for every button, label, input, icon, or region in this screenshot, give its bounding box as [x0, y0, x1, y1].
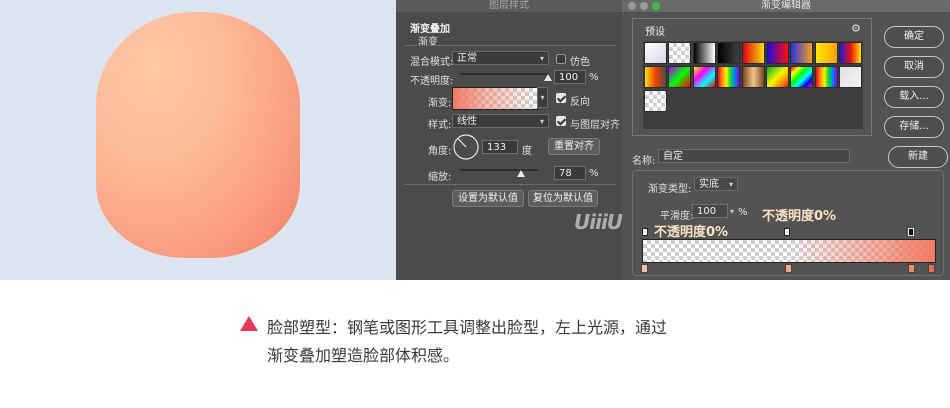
opacity-callout-right: 不透明度0%	[762, 209, 837, 224]
preset-swatch[interactable]	[839, 42, 863, 64]
preset-swatch[interactable]	[741, 42, 765, 64]
chevron-down-icon: ▾	[539, 54, 544, 63]
reverse-label: 反向	[570, 97, 590, 108]
dither-label: 仿色	[570, 57, 590, 68]
angle-input[interactable]: 133	[482, 140, 518, 154]
name-label: 名称:	[632, 156, 656, 167]
align-label: 与图层对齐	[570, 120, 620, 131]
preset-swatch[interactable]	[790, 42, 814, 64]
preset-swatch[interactable]	[814, 66, 838, 88]
scale-label: 缩放:	[428, 172, 452, 183]
style-select[interactable]: 线性 ▾	[452, 114, 549, 128]
blend-mode-value: 正常	[457, 53, 477, 64]
gradient-editor-titlebar: 渐变编辑器	[622, 0, 950, 12]
name-input[interactable]: 自定	[658, 149, 850, 163]
reverse-checkbox[interactable]	[556, 93, 566, 103]
chevron-down-icon: ▾	[728, 180, 733, 189]
dither-checkbox[interactable]	[556, 54, 566, 64]
caption-line-2: 渐变叠加塑造脸部体积感。	[267, 346, 460, 365]
scale-input[interactable]: 78	[554, 166, 586, 180]
opacity-label: 不透明度:	[410, 76, 454, 87]
gradient-type-label: 渐变类型:	[648, 184, 692, 195]
gradient-editor-title: 渐变编辑器	[761, 0, 811, 11]
blend-mode-label: 混合模式:	[410, 57, 454, 68]
opacity-slider[interactable]	[460, 70, 552, 84]
cancel-button[interactable]: 取消	[884, 56, 944, 78]
smoothness-unit: %	[738, 207, 748, 218]
preset-swatch[interactable]	[644, 90, 667, 112]
group-divider	[404, 45, 616, 46]
gradient-preview[interactable]	[452, 87, 538, 110]
angle-unit: 度	[522, 146, 532, 157]
align-checkbox[interactable]	[556, 116, 566, 126]
layer-style-title: 图层样式	[396, 0, 622, 12]
opacity-stop-left[interactable]	[642, 228, 648, 236]
angle-label: 角度:	[428, 146, 452, 157]
chevron-down-icon[interactable]: ▾	[730, 207, 734, 216]
preset-swatch[interactable]	[839, 66, 863, 88]
color-stop-right-2[interactable]	[928, 264, 935, 273]
group-bottom-divider	[404, 184, 616, 185]
gradient-editor-dialog: 渐变编辑器 预设 ⚙ 确定 取消 载入... 存储... 新建 名称: 自定 渐…	[622, 0, 950, 280]
caption-line-1: 脸部塑型：钢笔或图形工具调整出脸型，左上光源，通过	[267, 318, 668, 337]
style-value: 线性	[457, 116, 477, 127]
preset-swatch[interactable]	[668, 42, 692, 64]
angle-dial[interactable]	[452, 133, 480, 161]
preset-swatch[interactable]	[644, 66, 667, 88]
preset-swatch[interactable]	[790, 66, 814, 88]
gradient-type-select[interactable]: 实底 ▾	[694, 177, 738, 191]
reset-align-button[interactable]: 重置对齐	[548, 138, 600, 155]
chevron-down-icon: ▾	[539, 117, 544, 126]
preset-swatch[interactable]	[766, 42, 789, 64]
angle-needle	[457, 137, 467, 148]
gradient-dropdown-arrow[interactable]: ▾	[537, 87, 548, 108]
canvas-area	[0, 0, 396, 280]
color-stop-right-1[interactable]	[908, 264, 915, 273]
reset-default-button[interactable]: 复位为默认值	[528, 190, 598, 207]
make-default-button[interactable]: 设置为默认值	[452, 190, 524, 207]
opacity-stop-middle[interactable]	[784, 228, 790, 236]
gradient-preview-fill	[453, 88, 537, 109]
layer-style-dialog: 图层样式 渐变叠加 渐变 混合模式: 正常 ▾ 仿色 不透明度: 100 % 渐…	[396, 0, 622, 280]
preset-swatch[interactable]	[717, 42, 741, 64]
scale-slider-thumb[interactable]	[516, 170, 525, 177]
smoothness-input[interactable]: 100	[692, 204, 728, 218]
preset-swatch[interactable]	[717, 66, 741, 88]
scale-unit: %	[589, 168, 599, 179]
style-label: 样式:	[428, 120, 452, 131]
gradient-type-value: 实底	[699, 179, 719, 190]
preset-swatch[interactable]	[692, 42, 716, 64]
caption-marker-icon	[240, 316, 258, 331]
preset-swatch[interactable]	[766, 66, 789, 88]
presets-panel: 预设 ⚙	[632, 18, 872, 136]
opacity-callout-left: 不透明度0%	[654, 225, 729, 240]
color-stop-left[interactable]	[641, 264, 648, 273]
preset-swatch[interactable]	[644, 42, 667, 64]
face-shape	[96, 12, 300, 258]
save-button[interactable]: 存储...	[884, 116, 944, 138]
blend-mode-select[interactable]: 正常 ▾	[452, 51, 549, 65]
preset-swatch[interactable]	[814, 42, 838, 64]
new-button[interactable]: 新建	[888, 146, 948, 168]
opacity-slider-track	[460, 73, 548, 75]
gradient-bar[interactable]	[642, 239, 936, 263]
opacity-unit: %	[589, 72, 599, 83]
opacity-slider-thumb[interactable]	[544, 74, 552, 81]
color-stop-middle[interactable]	[785, 264, 792, 273]
presets-label: 预设	[645, 27, 665, 38]
preset-swatch[interactable]	[741, 66, 765, 88]
scale-slider-track	[460, 169, 538, 171]
smoothness-label: 平滑度:	[660, 211, 694, 222]
preset-swatch-grid	[643, 41, 863, 129]
preset-swatch[interactable]	[668, 66, 692, 88]
preset-swatch[interactable]	[692, 66, 716, 88]
gradient-label: 渐变:	[428, 98, 452, 109]
ok-button[interactable]: 确定	[884, 26, 944, 48]
opacity-stop-right[interactable]	[908, 228, 914, 236]
opacity-input[interactable]: 100	[554, 70, 586, 84]
gear-icon[interactable]: ⚙	[851, 22, 861, 35]
load-button[interactable]: 载入...	[884, 86, 944, 108]
scale-slider[interactable]	[460, 166, 538, 180]
gradient-bar-fill	[643, 240, 935, 262]
